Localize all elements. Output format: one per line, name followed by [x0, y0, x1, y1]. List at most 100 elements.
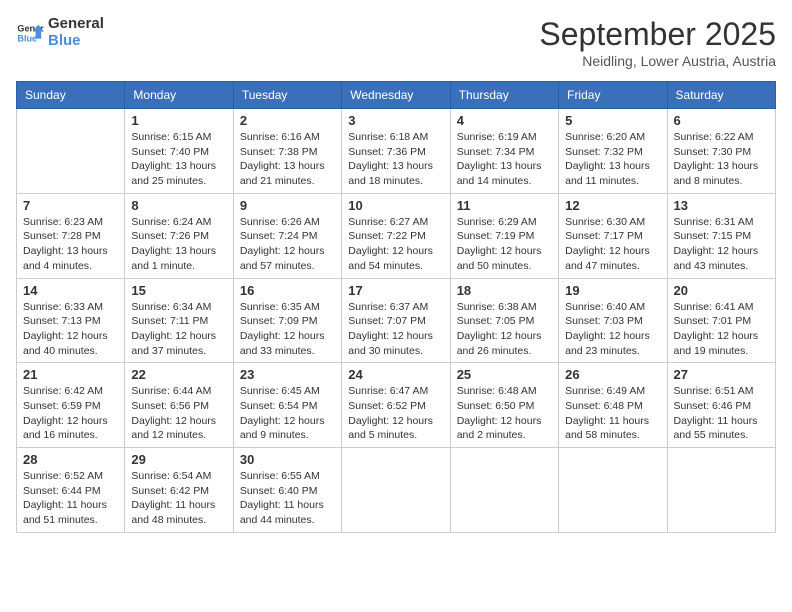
calendar-cell: 6 Sunrise: 6:22 AMSunset: 7:30 PMDaylight… — [667, 109, 775, 194]
calendar-cell: 11 Sunrise: 6:29 AMSunset: 7:19 PMDayligh… — [450, 193, 558, 278]
calendar-week-3: 14Sunrise: 6:33 AMSunset: 7:13 PMDayligh… — [17, 278, 776, 363]
weekday-header-row: SundayMondayTuesdayWednesdayThursdayFrid… — [17, 82, 776, 109]
day-info: Sunrise: 6:38 AMSunset: 7:05 PMDaylight:… — [457, 300, 552, 359]
calendar-cell: 1Sunrise: 6:15 AMSunset: 7:40 PMDaylight… — [125, 109, 233, 194]
day-info: Sunrise: 6:34 AMSunset: 7:11 PMDaylight:… — [131, 300, 226, 359]
calendar-cell — [559, 448, 667, 533]
day-info: Sunrise: 6:40 AMSunset: 7:03 PMDaylight:… — [565, 300, 660, 359]
day-number: 2 — [240, 113, 335, 128]
day-number: 10 — [348, 198, 443, 213]
logo-general: General — [48, 16, 104, 33]
calendar-cell: 13 Sunrise: 6:31 AMSunset: 7:15 PMDayligh… — [667, 193, 775, 278]
day-info: Sunrise: 6:49 AMSunset: 6:48 PMDaylight:… — [565, 384, 660, 443]
day-number: 12 — [565, 198, 660, 213]
day-number: 7 — [23, 198, 118, 213]
calendar-cell — [450, 448, 558, 533]
day-number: 11 — [457, 198, 552, 213]
weekday-header-friday: Friday — [559, 82, 667, 109]
calendar-cell: 20 Sunrise: 6:41 AMSunset: 7:01 PMDayligh… — [667, 278, 775, 363]
day-info: Sunrise: 6:33 AMSunset: 7:13 PMDaylight:… — [23, 300, 118, 359]
day-number: 21 — [23, 367, 118, 382]
calendar-cell — [667, 448, 775, 533]
weekday-header-wednesday: Wednesday — [342, 82, 450, 109]
day-info: Sunrise: 6:31 AMSunset: 7:15 PMDaylight:… — [674, 215, 769, 274]
day-number: 27 — [674, 367, 769, 382]
location: Neidling, Lower Austria, Austria — [539, 53, 776, 69]
calendar-cell: 9 Sunrise: 6:26 AMSunset: 7:24 PMDaylight… — [233, 193, 341, 278]
calendar-week-5: 28 Sunrise: 6:52 AMSunset: 6:44 PMDayligh… — [17, 448, 776, 533]
calendar-cell: 7 Sunrise: 6:23 AMSunset: 7:28 PMDaylight… — [17, 193, 125, 278]
day-number: 19 — [565, 283, 660, 298]
calendar-cell: 21 Sunrise: 6:42 AMSunset: 6:59 PMDayligh… — [17, 363, 125, 448]
day-info: Sunrise: 6:24 AMSunset: 7:26 PMDaylight:… — [131, 215, 226, 274]
day-info: Sunrise: 6:42 AMSunset: 6:59 PMDaylight:… — [23, 384, 118, 443]
day-info: Sunrise: 6:20 AMSunset: 7:32 PMDaylight:… — [565, 130, 660, 189]
weekday-header-tuesday: Tuesday — [233, 82, 341, 109]
weekday-header-saturday: Saturday — [667, 82, 775, 109]
day-info: Sunrise: 6:37 AMSunset: 7:07 PMDaylight:… — [348, 300, 443, 359]
day-number: 9 — [240, 198, 335, 213]
calendar-cell: 30 Sunrise: 6:55 AMSunset: 6:40 PMDayligh… — [233, 448, 341, 533]
day-info: Sunrise: 6:29 AMSunset: 7:19 PMDaylight:… — [457, 215, 552, 274]
day-info: Sunrise: 6:48 AMSunset: 6:50 PMDaylight:… — [457, 384, 552, 443]
calendar-cell: 23 Sunrise: 6:45 AMSunset: 6:54 PMDayligh… — [233, 363, 341, 448]
day-info: Sunrise: 6:45 AMSunset: 6:54 PMDaylight:… — [240, 384, 335, 443]
day-number: 28 — [23, 452, 118, 467]
day-info: Sunrise: 6:19 AMSunset: 7:34 PMDaylight:… — [457, 130, 552, 189]
page-header: General Blue General Blue September 2025… — [16, 16, 776, 69]
calendar-cell: 25 Sunrise: 6:48 AMSunset: 6:50 PMDayligh… — [450, 363, 558, 448]
calendar-cell: 10Sunrise: 6:27 AMSunset: 7:22 PMDayligh… — [342, 193, 450, 278]
weekday-header-sunday: Sunday — [17, 82, 125, 109]
day-info: Sunrise: 6:23 AMSunset: 7:28 PMDaylight:… — [23, 215, 118, 274]
day-info: Sunrise: 6:51 AMSunset: 6:46 PMDaylight:… — [674, 384, 769, 443]
day-number: 25 — [457, 367, 552, 382]
day-number: 8 — [131, 198, 226, 213]
day-info: Sunrise: 6:41 AMSunset: 7:01 PMDaylight:… — [674, 300, 769, 359]
day-number: 4 — [457, 113, 552, 128]
calendar-cell: 5 Sunrise: 6:20 AMSunset: 7:32 PMDaylight… — [559, 109, 667, 194]
calendar-cell: 14Sunrise: 6:33 AMSunset: 7:13 PMDayligh… — [17, 278, 125, 363]
day-info: Sunrise: 6:44 AMSunset: 6:56 PMDaylight:… — [131, 384, 226, 443]
day-number: 29 — [131, 452, 226, 467]
calendar-cell: 18Sunrise: 6:38 AMSunset: 7:05 PMDayligh… — [450, 278, 558, 363]
day-number: 30 — [240, 452, 335, 467]
calendar-cell: 29 Sunrise: 6:54 AMSunset: 6:42 PMDayligh… — [125, 448, 233, 533]
day-info: Sunrise: 6:16 AMSunset: 7:38 PMDaylight:… — [240, 130, 335, 189]
day-info: Sunrise: 6:55 AMSunset: 6:40 PMDaylight:… — [240, 469, 335, 528]
day-number: 5 — [565, 113, 660, 128]
day-number: 1 — [131, 113, 226, 128]
calendar-cell: 27 Sunrise: 6:51 AMSunset: 6:46 PMDayligh… — [667, 363, 775, 448]
weekday-header-thursday: Thursday — [450, 82, 558, 109]
calendar-cell: 2 Sunrise: 6:16 AMSunset: 7:38 PMDaylight… — [233, 109, 341, 194]
day-number: 23 — [240, 367, 335, 382]
day-number: 6 — [674, 113, 769, 128]
logo-icon: General Blue — [16, 19, 44, 47]
calendar-cell: 16Sunrise: 6:35 AMSunset: 7:09 PMDayligh… — [233, 278, 341, 363]
day-info: Sunrise: 6:52 AMSunset: 6:44 PMDaylight:… — [23, 469, 118, 528]
day-info: Sunrise: 6:30 AMSunset: 7:17 PMDaylight:… — [565, 215, 660, 274]
calendar-cell: 4 Sunrise: 6:19 AMSunset: 7:34 PMDaylight… — [450, 109, 558, 194]
calendar-cell: 3Sunrise: 6:18 AMSunset: 7:36 PMDaylight… — [342, 109, 450, 194]
day-info: Sunrise: 6:18 AMSunset: 7:36 PMDaylight:… — [348, 130, 443, 189]
day-info: Sunrise: 6:54 AMSunset: 6:42 PMDaylight:… — [131, 469, 226, 528]
day-info: Sunrise: 6:22 AMSunset: 7:30 PMDaylight:… — [674, 130, 769, 189]
calendar-week-2: 7 Sunrise: 6:23 AMSunset: 7:28 PMDaylight… — [17, 193, 776, 278]
day-number: 26 — [565, 367, 660, 382]
day-number: 20 — [674, 283, 769, 298]
calendar-week-4: 21 Sunrise: 6:42 AMSunset: 6:59 PMDayligh… — [17, 363, 776, 448]
logo: General Blue General Blue — [16, 16, 104, 49]
day-info: Sunrise: 6:26 AMSunset: 7:24 PMDaylight:… — [240, 215, 335, 274]
calendar-cell: 12 Sunrise: 6:30 AMSunset: 7:17 PMDayligh… — [559, 193, 667, 278]
calendar-cell — [342, 448, 450, 533]
calendar-cell: 26 Sunrise: 6:49 AMSunset: 6:48 PMDayligh… — [559, 363, 667, 448]
weekday-header-monday: Monday — [125, 82, 233, 109]
calendar-cell: 8 Sunrise: 6:24 AMSunset: 7:26 PMDaylight… — [125, 193, 233, 278]
calendar: SundayMondayTuesdayWednesdayThursdayFrid… — [16, 81, 776, 533]
svg-text:Blue: Blue — [17, 33, 37, 43]
day-info: Sunrise: 6:47 AMSunset: 6:52 PMDaylight:… — [348, 384, 443, 443]
day-number: 13 — [674, 198, 769, 213]
day-number: 24 — [348, 367, 443, 382]
logo-blue: Blue — [48, 33, 104, 50]
calendar-cell: 28 Sunrise: 6:52 AMSunset: 6:44 PMDayligh… — [17, 448, 125, 533]
calendar-cell: 15Sunrise: 6:34 AMSunset: 7:11 PMDayligh… — [125, 278, 233, 363]
